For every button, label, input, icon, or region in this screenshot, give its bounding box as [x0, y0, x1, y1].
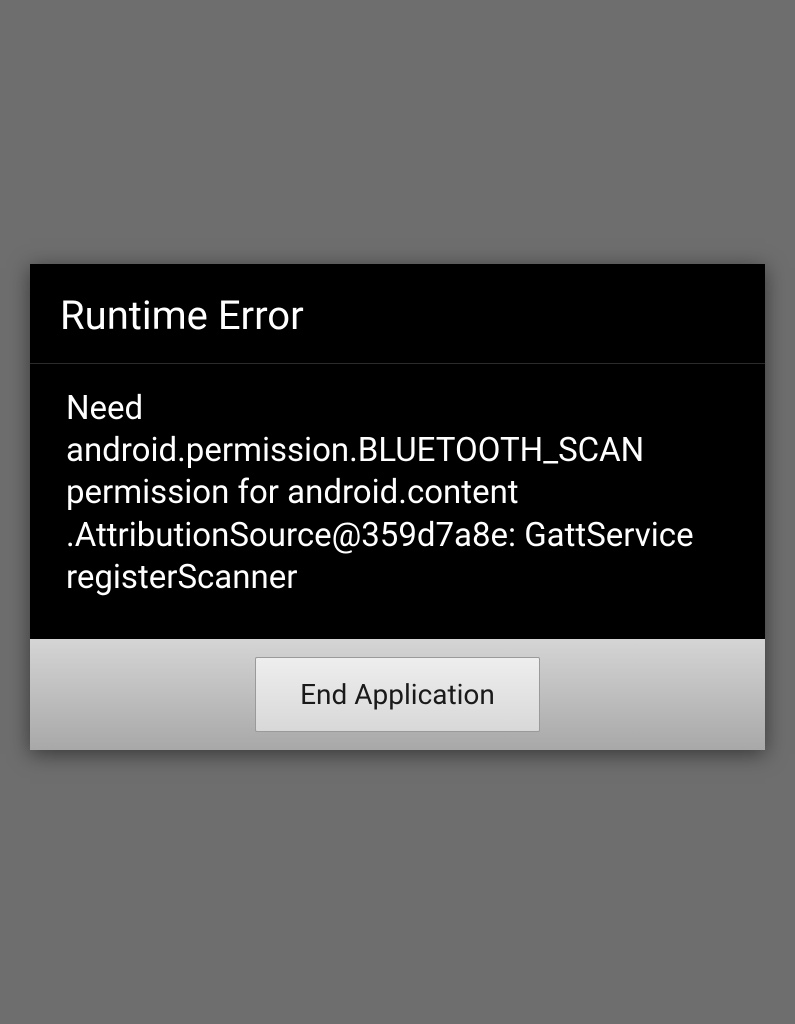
error-dialog: Runtime Error Need android.permission.BL…	[30, 264, 765, 750]
dialog-header: Runtime Error	[30, 264, 765, 364]
end-application-button[interactable]: End Application	[255, 657, 540, 732]
dialog-title: Runtime Error	[60, 292, 735, 339]
dialog-footer: End Application	[30, 639, 765, 750]
dialog-body: Need android.permission.BLUETOOTH_SCAN p…	[30, 364, 765, 639]
error-message: Need android.permission.BLUETOOTH_SCAN p…	[66, 388, 729, 599]
